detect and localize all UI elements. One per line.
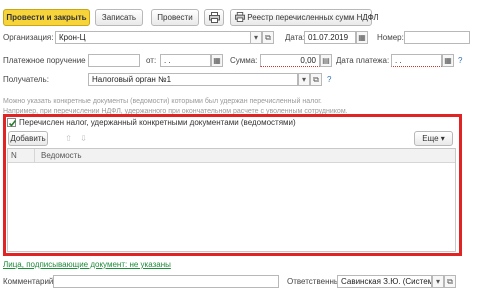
amount-calculator[interactable]: ▤ <box>320 54 332 67</box>
more-button-label: Еще <box>422 134 439 143</box>
chevron-down-icon: ▾ <box>440 134 445 143</box>
comment-label: Комментарий: <box>3 277 56 286</box>
hint-line-2: Например, при перечислении НДФЛ, удержан… <box>3 108 348 114</box>
date-field[interactable]: 01.07.2019 <box>304 31 356 44</box>
more-button[interactable]: Еще ▾ <box>414 131 453 146</box>
registry-button[interactable]: Реестр перечисленных сумм НДФЛ <box>230 9 379 26</box>
chevron-down-icon: ▾ <box>435 277 440 286</box>
save-button[interactable]: Записать <box>95 9 143 26</box>
amount-field[interactable]: 0,00 <box>260 54 320 67</box>
move-up-button[interactable]: ⇧ <box>62 132 75 145</box>
arrow-up-icon: ⇧ <box>65 134 72 143</box>
recipient-open[interactable]: ⧉ <box>310 73 322 86</box>
recipient-dropdown[interactable]: ▾ <box>298 73 310 86</box>
payment-date-label: Дата платежа: <box>336 56 390 65</box>
column-number-header: N <box>11 151 17 160</box>
table-header: N Ведомость <box>8 149 455 163</box>
add-button[interactable]: Добавить <box>8 131 48 146</box>
organization-field[interactable]: Крон-Ц <box>55 31 251 44</box>
open-link-icon: ⧉ <box>447 277 453 286</box>
column-statement-header: Ведомость <box>41 151 82 160</box>
registry-button-label: Реестр перечисленных сумм НДФЛ <box>247 13 379 22</box>
responsible-field[interactable]: Савинская З.Ю. (Системн <box>337 275 432 288</box>
recipient-field[interactable]: Налоговый орган №1 <box>88 73 298 86</box>
signers-link[interactable]: Лица, подписывающие документ: не указаны <box>3 260 171 269</box>
printer-icon <box>208 12 220 23</box>
chevron-down-icon: ▾ <box>253 33 258 42</box>
payment-date-field[interactable]: . . <box>391 54 442 67</box>
statements-table[interactable]: N Ведомость <box>7 148 456 252</box>
print-button[interactable] <box>204 9 224 26</box>
comment-field[interactable] <box>53 275 279 288</box>
recipient-label: Получатель: <box>3 75 49 84</box>
open-link-icon: ⧉ <box>313 75 319 84</box>
number-label: Номер: <box>377 33 404 42</box>
arrow-down-icon: ⇩ <box>80 134 87 143</box>
checkmark-icon <box>8 120 17 127</box>
specific-documents-checkbox[interactable] <box>7 118 17 127</box>
calendar-icon: ▦ <box>444 56 452 65</box>
hint-line-1: Можно указать конкретные документы (ведо… <box>3 98 322 105</box>
recipient-help-icon[interactable]: ? <box>327 75 331 85</box>
move-down-button[interactable]: ⇩ <box>77 132 90 145</box>
organization-label: Организация: <box>3 33 54 42</box>
calendar-icon: ▦ <box>213 56 221 65</box>
amount-label: Сумма: <box>230 56 258 65</box>
from-label: от: <box>146 56 157 65</box>
from-date-field[interactable]: . . <box>160 54 211 67</box>
column-divider <box>34 149 35 163</box>
calculator-icon: ▤ <box>322 56 330 65</box>
number-field[interactable] <box>404 31 470 44</box>
organization-dropdown[interactable]: ▾ <box>250 31 262 44</box>
payment-order-field[interactable] <box>88 54 140 67</box>
amount-value: 0,00 <box>300 56 316 65</box>
date-label: Дата: <box>285 33 305 42</box>
post-and-close-button[interactable]: Провести и закрыть <box>3 9 90 26</box>
chevron-down-icon: ▾ <box>301 75 306 84</box>
calendar-icon: ▦ <box>358 33 366 42</box>
responsible-dropdown[interactable]: ▾ <box>432 275 444 288</box>
from-date-calendar[interactable]: ▦ <box>211 54 223 67</box>
payment-order-label: Платежное поручение №: <box>3 56 99 65</box>
post-button[interactable]: Провести <box>151 9 199 26</box>
organization-open[interactable]: ⧉ <box>262 31 274 44</box>
printer-icon <box>235 12 245 22</box>
responsible-open[interactable]: ⧉ <box>444 275 456 288</box>
specific-documents-label: Перечислен налог, удержанный конкретными… <box>19 118 296 127</box>
open-link-icon: ⧉ <box>265 33 271 42</box>
help-icon[interactable]: ? <box>458 56 462 66</box>
date-calendar[interactable]: ▦ <box>356 31 368 44</box>
payment-date-calendar[interactable]: ▦ <box>442 54 454 67</box>
